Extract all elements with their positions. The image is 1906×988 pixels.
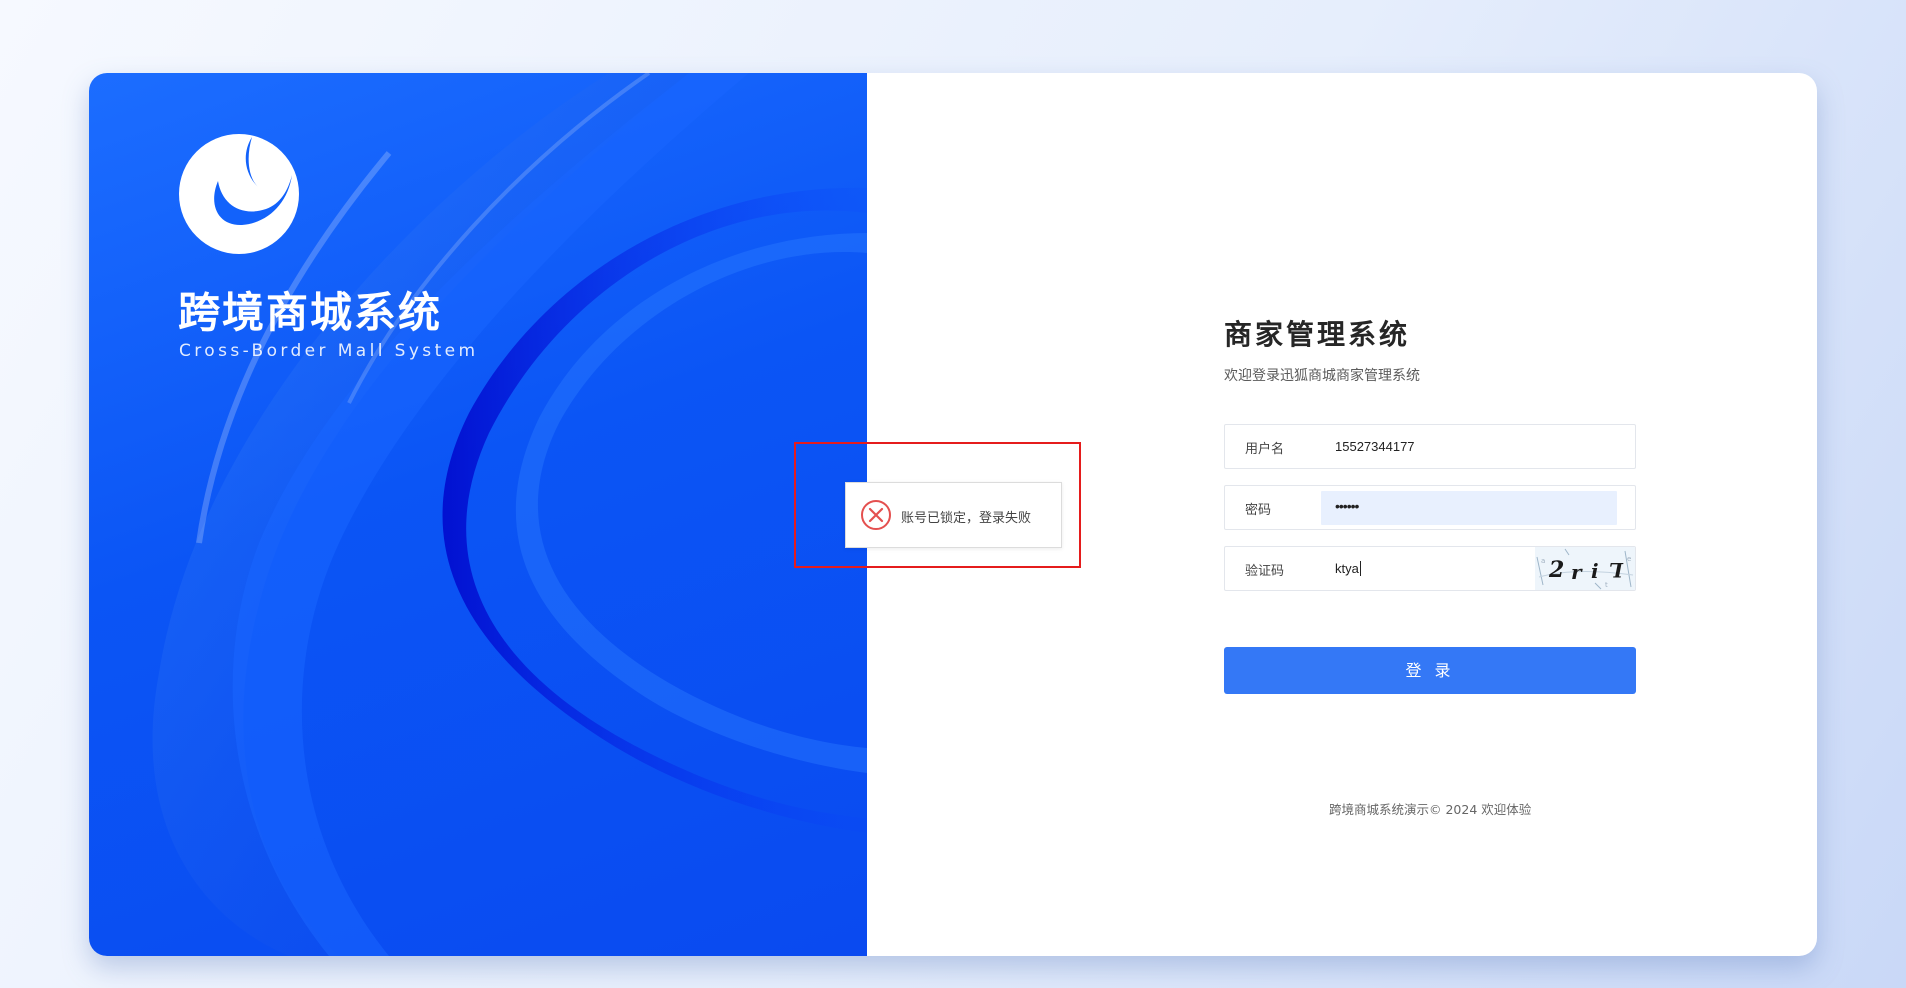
footer-copyright: 跨境商城系统演示© 2024 欢迎体验 — [1329, 802, 1532, 817]
password-autofill-highlight — [1321, 491, 1617, 525]
captcha-char: r — [1571, 560, 1583, 584]
text-caret — [1359, 561, 1361, 576]
captcha-input-text: ktya — [1335, 561, 1359, 576]
crescent-logo-icon — [179, 134, 299, 254]
error-circle-icon — [861, 500, 891, 530]
captcha-field[interactable]: 验证码 ktya e a t 2 r i L — [1224, 546, 1636, 591]
svg-text:a: a — [1541, 557, 1545, 565]
captcha-noise: e a t 2 r i L — [1536, 548, 1634, 590]
username-input[interactable]: 15527344177 — [1335, 439, 1415, 454]
password-input[interactable]: •••••• — [1335, 498, 1359, 514]
brand-panel: 跨境商城系统 Cross-Border Mall System — [89, 73, 867, 956]
username-label: 用户名 — [1245, 442, 1285, 457]
error-toast: 账号已锁定，登录失败 — [845, 482, 1062, 548]
captcha-label: 验证码 — [1245, 564, 1285, 579]
captcha-char: i — [1591, 559, 1599, 583]
form-subtitle: 欢迎登录迅狐商城商家管理系统 — [1224, 368, 1420, 384]
password-field[interactable]: 密码 •••••• — [1224, 485, 1636, 530]
login-button[interactable]: 登 录 — [1224, 647, 1636, 694]
svg-text:t: t — [1605, 581, 1608, 589]
brand-title: 跨境商城系统 — [178, 288, 443, 337]
captcha-input[interactable]: ktya — [1335, 561, 1361, 576]
brand-subtitle: Cross-Border Mall System — [179, 341, 479, 361]
username-field[interactable]: 用户名 15527344177 — [1224, 424, 1636, 469]
password-label: 密码 — [1245, 503, 1272, 518]
captcha-image[interactable]: e a t 2 r i L — [1535, 547, 1635, 590]
captcha-char: 2 — [1548, 557, 1564, 583]
captcha-char: L — [1609, 558, 1624, 582]
form-title: 商家管理系统 — [1224, 318, 1411, 351]
svg-text:e: e — [1627, 555, 1631, 563]
toast-message: 账号已锁定，登录失败 — [901, 511, 1032, 526]
